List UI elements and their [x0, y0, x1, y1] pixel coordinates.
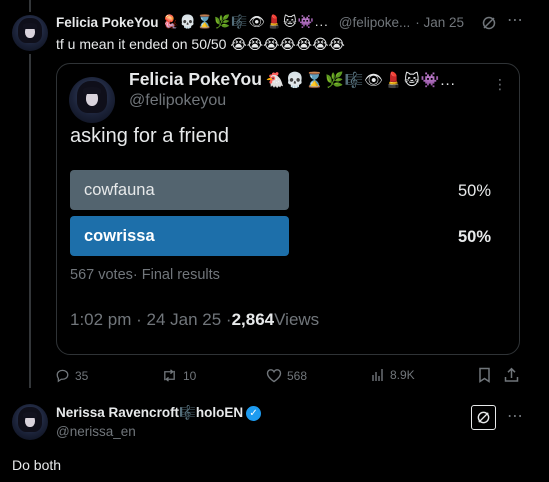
verified-badge-icon: ✓: [246, 405, 262, 421]
share-icon: [504, 367, 519, 382]
tweet1-actions: 35 10 568 8.9K: [55, 366, 525, 386]
author-handle[interactable]: @felipoke...: [339, 15, 411, 30]
avatar-nerissa[interactable]: [12, 404, 48, 440]
author-name[interactable]: Felicia PokeYou: [56, 15, 159, 30]
share-button[interactable]: [504, 367, 524, 383]
more-options-icon[interactable]: ⋯: [507, 13, 523, 29]
poll-option-1-label: cowfauna: [84, 180, 155, 199]
poll-votes: 567 votes: [70, 267, 133, 283]
quote-handle[interactable]: @felipokeyou: [129, 92, 226, 110]
quote-views-label: Views: [274, 310, 320, 329]
quote-header: Felicia PokeYou 🐔💀⌛🌿🎼👁💄🐱👾...: [129, 69, 456, 90]
tweet1-header: Felicia PokeYou 🪼💀⌛🌿🎼👁💄🐱👾... @felipoke..…: [56, 14, 464, 30]
poll-option-2-label: cowrissa: [84, 226, 155, 245]
reply-icon: [56, 369, 69, 383]
bookmark-button[interactable]: [478, 367, 496, 383]
analytics-icon: [372, 369, 383, 381]
timeline: Felicia PokeYou 🪼💀⌛🌿🎼👁💄🐱👾... @felipoke..…: [0, 0, 549, 482]
grok-button[interactable]: [471, 405, 496, 430]
poll-option-2-percent: 50%: [457, 228, 491, 246]
repost-button[interactable]: 10: [161, 368, 196, 383]
tweet2-header: Nerissa Ravencroft🎼holoEN ✓: [56, 405, 262, 421]
poll-option-2: cowrissa: [70, 216, 289, 256]
like-button[interactable]: 568: [266, 368, 307, 383]
author-name-nerissa[interactable]: Nerissa Ravencroft🎼holoEN: [56, 405, 243, 421]
poll-option-1: cowfauna: [70, 170, 289, 210]
quote-views-count: 2,864: [231, 310, 275, 329]
quote-timestamp[interactable]: 1:02 pm · 24 Jan 25 ·: [70, 310, 232, 330]
tweet2-text: Do both: [12, 457, 62, 473]
author-emojis: 🪼💀⌛🌿🎼👁💄🐱👾...: [162, 14, 329, 29]
grok-icon: [477, 411, 490, 424]
quoted-tweet-card[interactable]: Felicia PokeYou 🐔💀⌛🌿🎼👁💄🐱👾... @felipokeyo…: [56, 63, 520, 355]
repost-count: 10: [183, 368, 197, 383]
poll-status: · Final results: [132, 267, 220, 283]
quote-text: asking for a friend: [70, 125, 229, 147]
avatar-felicia-quote[interactable]: [69, 77, 115, 123]
heart-icon: [266, 369, 282, 383]
bookmark-icon: [479, 367, 490, 383]
quote-more-icon[interactable]: ⋮: [493, 77, 507, 91]
author-handle-nerissa[interactable]: @nerissa_en: [56, 424, 136, 439]
views-button[interactable]: 8.9K: [371, 368, 415, 382]
quote-timestamp-row: 1:02 pm · 24 Jan 25 · 2,864 Views: [70, 310, 319, 330]
poll-summary: 567 votes · Final results: [70, 267, 220, 283]
grok-icon[interactable]: [481, 15, 497, 34]
more-options-icon-2[interactable]: ⋯: [507, 409, 523, 425]
reply-count: 35: [75, 368, 89, 383]
repost-icon: [164, 369, 175, 382]
tweet1-text: tf u mean it ended on 50/50 😭😭😭😭😭😭😭: [56, 36, 345, 52]
views-count: 8.9K: [390, 368, 415, 382]
poll-option-1-percent: 50%: [457, 182, 491, 200]
thread-line-top: [29, 0, 31, 12]
quote-author-emojis: 🐔💀⌛🌿🎼👁💄🐱👾...: [265, 71, 456, 89]
tweet-time[interactable]: · Jan 25: [415, 15, 464, 30]
like-count: 568: [287, 368, 308, 383]
reply-button[interactable]: 35: [55, 368, 88, 383]
avatar-felicia[interactable]: [12, 15, 48, 51]
quote-author-name[interactable]: Felicia PokeYou: [129, 69, 262, 90]
thread-connector: [29, 54, 31, 388]
